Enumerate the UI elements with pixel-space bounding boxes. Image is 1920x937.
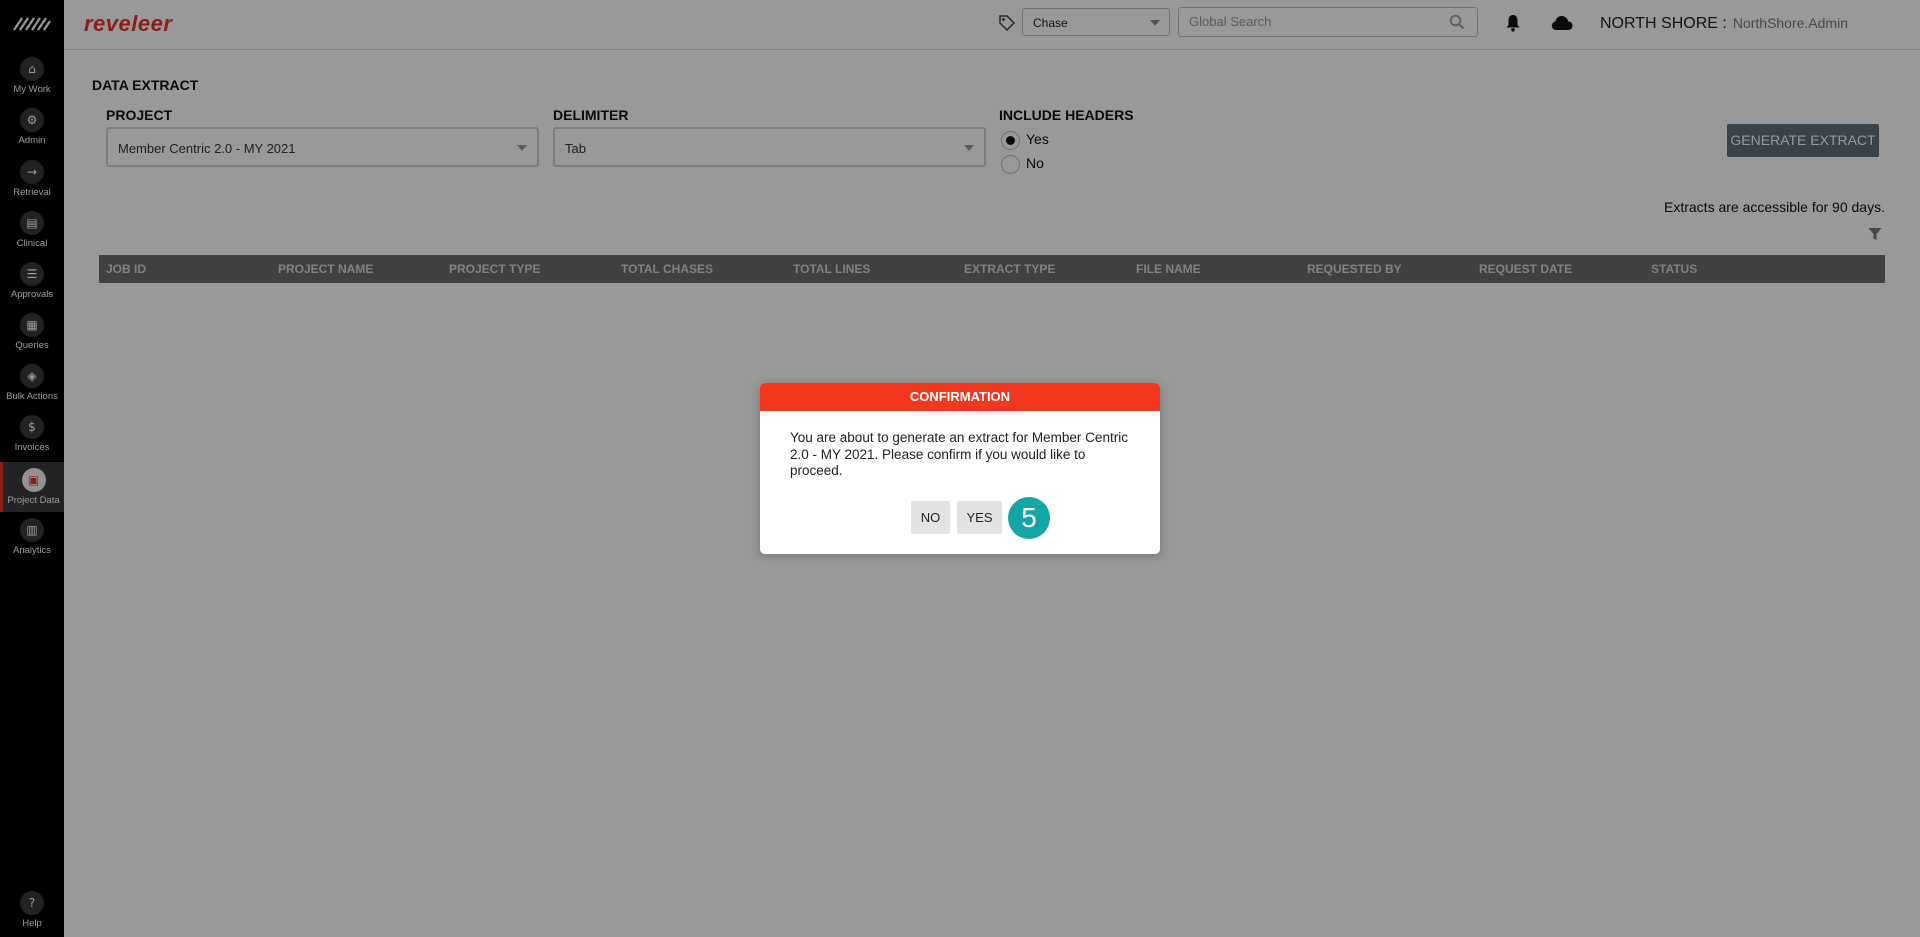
confirmation-dialog: CONFIRMATION You are about to generate a… [760,383,1160,554]
dialog-title: CONFIRMATION [760,383,1160,411]
no-button[interactable]: NO [911,501,950,534]
step-number-badge: 5 [1008,497,1050,539]
yes-button[interactable]: YES [957,501,1002,534]
dialog-message: You are about to generate an extract for… [790,430,1128,478]
